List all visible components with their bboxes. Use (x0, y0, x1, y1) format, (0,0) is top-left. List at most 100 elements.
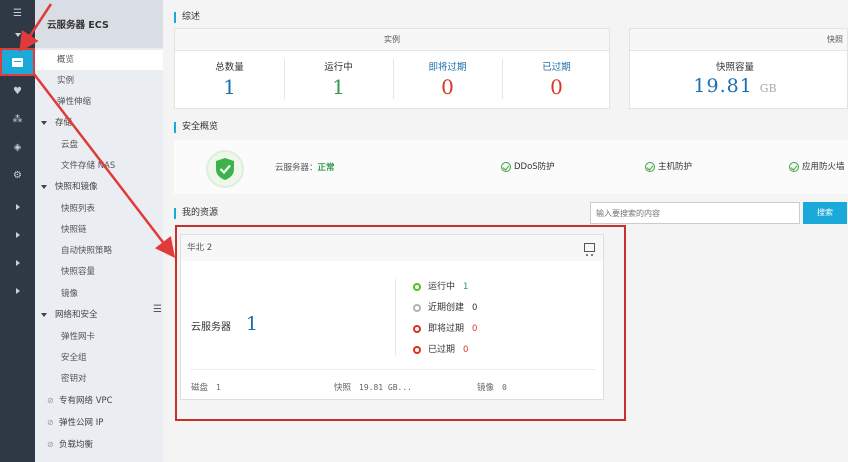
red-dot-icon (413, 324, 421, 333)
security-section-title: 安全概览 (174, 122, 218, 133)
menu-link-label: 负载均衡 (59, 440, 94, 450)
expand-right-icon[interactable] (0, 194, 35, 220)
region-resource-card: 华北 2 云服务器 1 运行中 1 近期创建 0 即将过期 0 已过期 0 磁盘 1 快照… (180, 234, 604, 400)
snapshot-capacity-label: 快照容量 (715, 62, 754, 73)
link-icon: ⊘ (47, 440, 54, 449)
menu-item-instances[interactable]: 实例 (35, 71, 163, 91)
stat-value: 0 (441, 75, 454, 99)
expand-down-icon[interactable] (0, 22, 35, 48)
footer-disks[interactable]: 磁盘 1 (191, 381, 221, 393)
footer-images[interactable]: 镜像 0 (477, 381, 507, 393)
menu-item-eni[interactable]: 弹性网卡 (35, 327, 163, 347)
footer-label: 磁盘 (191, 383, 209, 393)
database-icon[interactable]: ◈ (0, 134, 35, 160)
cart-icon[interactable] (584, 243, 595, 256)
security-ddos[interactable]: DDoS防护 (501, 160, 555, 172)
stat-label: 总数量 (215, 62, 244, 73)
menu-link-vpc[interactable]: ⊘ 专有网络 VPC (35, 391, 163, 411)
stat-label: 运行中 (324, 62, 353, 73)
settings-icon[interactable]: ⚙ (0, 162, 35, 188)
caret-down-icon (41, 312, 47, 317)
stat-expiring[interactable]: 即将过期 0 (393, 51, 502, 109)
shield-ok-icon (206, 150, 244, 188)
menu-item-security-groups[interactable]: 安全组 (35, 348, 163, 368)
security-status-value: 正常 (317, 163, 335, 173)
cluster-icon[interactable]: ⁂ (0, 106, 35, 132)
cloud-shield-icon[interactable]: ♥ (0, 78, 35, 104)
status-label: 已过期 (428, 345, 456, 355)
caret-down-icon (41, 120, 47, 125)
link-icon: ⊘ (47, 396, 54, 405)
stat-running[interactable]: 运行中 1 (284, 51, 393, 109)
stat-label: 已过期 (542, 62, 571, 73)
gray-dot-icon (413, 303, 421, 312)
menu-item-nas[interactable]: 文件存储 NAS (35, 156, 163, 176)
menu-item-auto-scaling[interactable]: 弹性伸缩 (35, 92, 163, 112)
snapshot-panel: 快照 快照容量 19.81 GB (629, 28, 848, 109)
security-item-label: 应用防火墙 (802, 162, 845, 172)
menu-group-network-security[interactable]: 网络和安全 (35, 305, 163, 325)
region-name: 华北 2 (181, 235, 603, 261)
link-icon: ⊘ (47, 418, 54, 427)
stat-label: 即将过期 (428, 62, 467, 73)
footer-value: 19.81 GB... (359, 383, 412, 392)
side-menu: 云服务器 ECS 概览 实例 弹性伸缩 存储 云盘 文件存储 NAS 快照和镜像… (35, 0, 163, 462)
server-summary[interactable]: 云服务器 1 (191, 313, 258, 335)
menu-item-snapshot-chain[interactable]: 快照链 (35, 220, 163, 240)
menu-link-slb[interactable]: ⊘ 负载均衡 (35, 435, 163, 455)
status-running[interactable]: 运行中 1 (413, 279, 468, 295)
server-label: 云服务器 (191, 322, 231, 333)
status-expiring[interactable]: 即将过期 0 (413, 321, 477, 337)
red-dot-icon (413, 345, 421, 354)
menu-group-snapshots-images[interactable]: 快照和镜像 (35, 177, 163, 197)
resource-search-input[interactable] (590, 202, 800, 224)
stat-value: 1 (332, 75, 345, 99)
main-content: 综述 实例 总数量 1 运行中 1 即将过期 0 已过期 0 快照 快照容量 1… (163, 0, 848, 462)
snapshot-capacity-value-wrap[interactable]: 19.81 GB (630, 75, 840, 97)
overview-section-title: 综述 (174, 12, 200, 23)
security-item-label: 主机防护 (658, 162, 693, 172)
status-count: 0 (472, 324, 478, 334)
instances-panel-header: 实例 (175, 29, 609, 51)
menu-item-overview[interactable]: 概览 (35, 50, 163, 70)
menu-item-disks[interactable]: 云盘 (35, 135, 163, 155)
stat-value: 1 (223, 75, 236, 99)
ecs-product-icon[interactable] (0, 48, 35, 76)
menu-link-eip[interactable]: ⊘ 弹性公网 IP (35, 413, 163, 433)
status-recent[interactable]: 近期创建 0 (413, 300, 477, 316)
expand-right-icon[interactable] (0, 250, 35, 276)
snapshot-capacity-unit: GB (759, 82, 777, 95)
divider (395, 279, 396, 355)
menu-group-label: 存储 (55, 118, 73, 128)
security-server-label: 云服务器： (275, 163, 318, 173)
menu-item-images[interactable]: 镜像 (35, 284, 163, 304)
server-count: 1 (245, 313, 258, 335)
security-waf[interactable]: 应用防火墙 (789, 160, 845, 172)
status-expired[interactable]: 已过期 0 (413, 342, 468, 358)
footer-value: 0 (502, 383, 507, 392)
instances-panel: 实例 总数量 1 运行中 1 即将过期 0 已过期 0 (174, 28, 610, 109)
menu-item-snapshot-capacity[interactable]: 快照容量 (35, 262, 163, 282)
check-circle-icon (501, 161, 511, 172)
stat-expired[interactable]: 已过期 0 (502, 51, 611, 109)
expand-right-icon[interactable] (0, 278, 35, 304)
divider (191, 369, 595, 370)
status-label: 即将过期 (428, 324, 465, 334)
footer-snapshots[interactable]: 快照 19.81 GB... (334, 381, 412, 393)
stat-total[interactable]: 总数量 1 (175, 51, 284, 109)
menu-item-auto-snapshot-policy[interactable]: 自动快照策略 (35, 241, 163, 261)
status-count: 0 (472, 303, 478, 313)
expand-right-icon[interactable] (0, 222, 35, 248)
resources-section-title: 我的资源 (174, 208, 218, 219)
check-circle-icon (789, 161, 799, 172)
security-host[interactable]: 主机防护 (645, 160, 692, 172)
menu-group-storage[interactable]: 存储 (35, 113, 163, 133)
icon-rail: ☰ ♥ ⁂ ◈ ⚙ (0, 0, 35, 462)
menu-item-key-pairs[interactable]: 密钥对 (35, 369, 163, 389)
footer-label: 快照 (334, 383, 352, 393)
collapse-menu-icon[interactable]: ☰ (153, 304, 163, 318)
menu-group-label: 网络和安全 (55, 310, 98, 320)
footer-label: 镜像 (477, 383, 495, 393)
menu-item-snapshot-list[interactable]: 快照列表 (35, 199, 163, 219)
search-button[interactable]: 搜索 (803, 202, 847, 224)
